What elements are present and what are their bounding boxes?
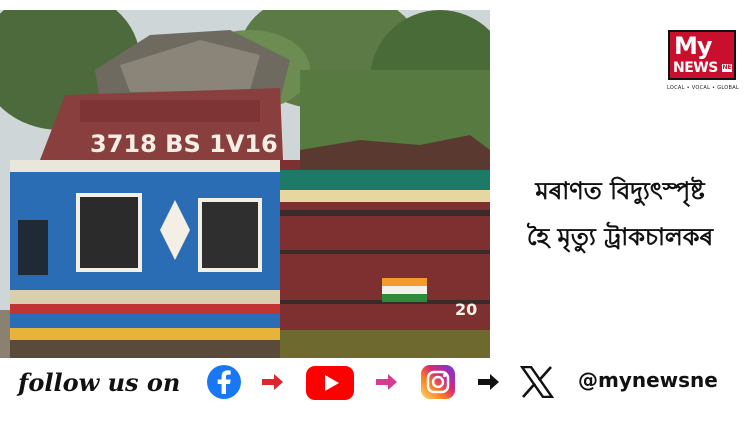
news-photo: 3718 BS 1V16 20 (0, 10, 490, 358)
headline-line-1: মৰাণত বিদ্যুৎস্পৃষ্ট (535, 177, 705, 205)
social-handle[interactable]: @mynewsne (578, 368, 718, 392)
logo-ne-badge: NE (722, 64, 732, 72)
x-icon[interactable] (519, 365, 555, 402)
headline-line-2: হৈ মৃত্যু ট্ৰাকচালকৰ (526, 223, 714, 251)
truck-number-text: 3718 BS 1V16 (90, 130, 278, 158)
arrow-icon (262, 372, 284, 396)
social-follow-bar: follow us on @mynewsne (0, 358, 750, 410)
arrow-icon (478, 372, 500, 396)
headline: মৰাণত বিদ্যুৎস্পৃষ্ট হৈ মৃত্যু ট্ৰাকচালক… (500, 168, 740, 260)
follow-us-text: follow us on (18, 368, 181, 397)
instagram-icon[interactable] (420, 364, 456, 404)
arrow-icon (376, 372, 398, 396)
youtube-icon[interactable] (306, 366, 354, 404)
logo-my-text: My (674, 32, 713, 60)
mynews-logo[interactable]: My NEWS NE (668, 30, 736, 80)
logo-news-text: NEWS (673, 60, 718, 76)
logo-tagline: LOCAL • VOCAL • GLOBAL (666, 85, 740, 91)
svg-text:20: 20 (455, 300, 477, 319)
facebook-icon[interactable] (206, 364, 242, 404)
